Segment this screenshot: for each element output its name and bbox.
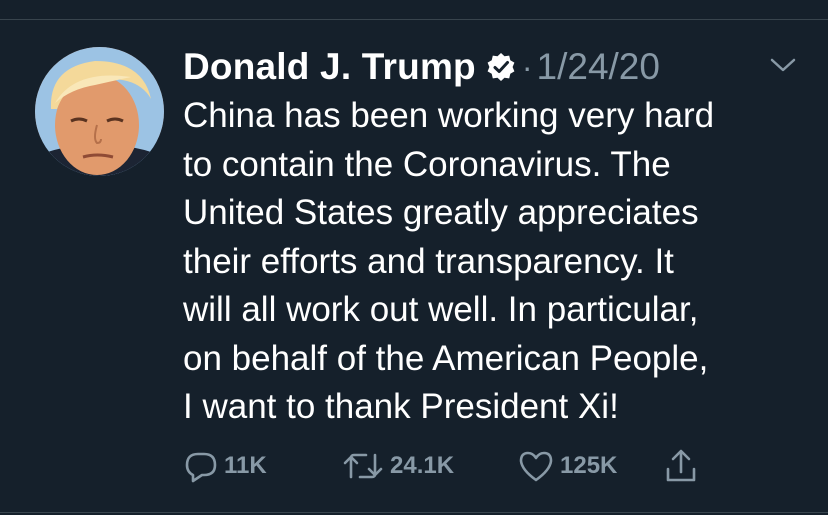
- top-divider: [0, 19, 828, 20]
- verified-badge-icon: [486, 52, 516, 82]
- separator-dot: ·: [521, 48, 533, 85]
- tweet-actions: 11K 24.1K 125K: [184, 446, 744, 486]
- tweet-header: Donald J. Trump · 1/24/20: [183, 38, 660, 96]
- retweet-count: 24.1K: [390, 452, 455, 479]
- reply-count: 11K: [224, 452, 267, 479]
- heart-icon: [518, 449, 560, 483]
- retweet-button[interactable]: 24.1K: [342, 446, 454, 486]
- reply-icon: [184, 449, 224, 483]
- author-name[interactable]: Donald J. Trump: [183, 46, 476, 88]
- tweet-date[interactable]: 1/24/20: [537, 46, 660, 88]
- share-button[interactable]: [664, 446, 704, 486]
- chevron-down-icon[interactable]: [768, 55, 798, 75]
- tweet-text: China has been working very hard to cont…: [183, 96, 715, 426]
- like-count: 125K: [560, 452, 618, 479]
- reply-button[interactable]: 11K: [184, 446, 267, 486]
- avatar[interactable]: [35, 47, 164, 176]
- share-icon: [664, 448, 704, 484]
- like-button[interactable]: 125K: [518, 446, 617, 486]
- retweet-icon: [342, 449, 390, 483]
- bottom-divider: [0, 512, 828, 513]
